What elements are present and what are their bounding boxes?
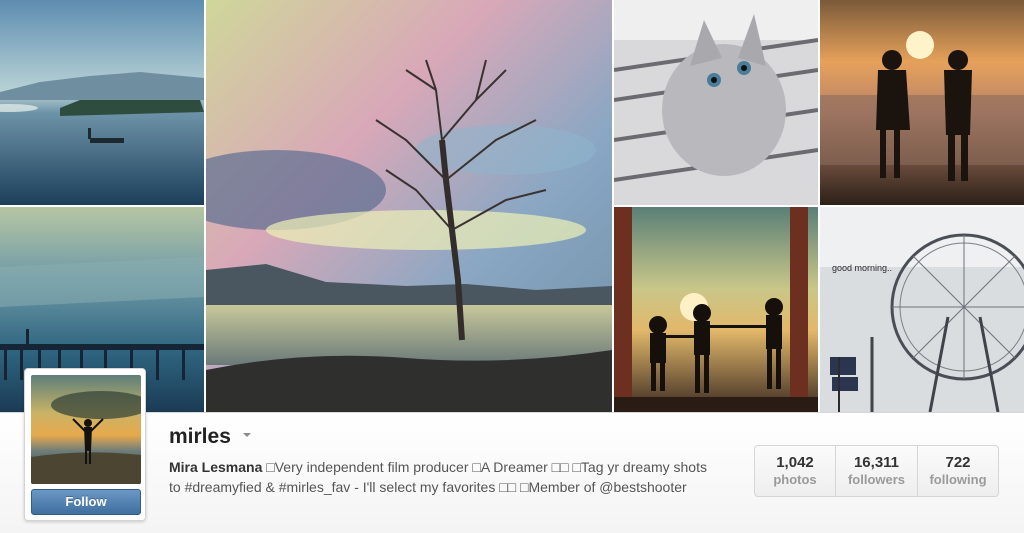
stat-photos-count: 1,042: [776, 454, 814, 471]
stat-following-count: 722: [945, 454, 971, 471]
photo-ferris-wheel[interactable]: good morning..: [820, 207, 1024, 412]
stat-photos[interactable]: 1,042 photos: [755, 446, 835, 496]
stat-followers-count: 16,311: [853, 454, 900, 471]
photo-children-sunset[interactable]: [820, 0, 1024, 205]
photo-lake-boat[interactable]: [0, 0, 204, 205]
chevron-down-icon[interactable]: [243, 433, 251, 437]
stat-photos-label: photos: [773, 472, 817, 487]
stat-following[interactable]: 722 following: [917, 446, 998, 496]
stats-box: 1,042 photos 16,311 followers 722 follow…: [754, 445, 999, 497]
bio: Mira Lesmana □Very independent film prod…: [169, 457, 714, 497]
photo-kitten[interactable]: [614, 0, 818, 205]
follow-button[interactable]: Follow: [31, 489, 141, 515]
ferris-caption-text: good morning..: [832, 263, 892, 273]
stat-followers-label: followers: [847, 472, 906, 487]
stat-followers[interactable]: 16,311 followers: [835, 446, 917, 496]
avatar-card: Follow: [24, 368, 146, 521]
username: mirles: [169, 425, 231, 448]
photo-mosaic: good morning..: [0, 0, 1024, 412]
full-name: Mira Lesmana: [169, 459, 263, 475]
avatar[interactable]: [31, 375, 141, 484]
photo-three-children[interactable]: [614, 207, 818, 412]
stat-following-label: following: [929, 472, 987, 487]
photo-tree-lake[interactable]: [206, 0, 612, 412]
